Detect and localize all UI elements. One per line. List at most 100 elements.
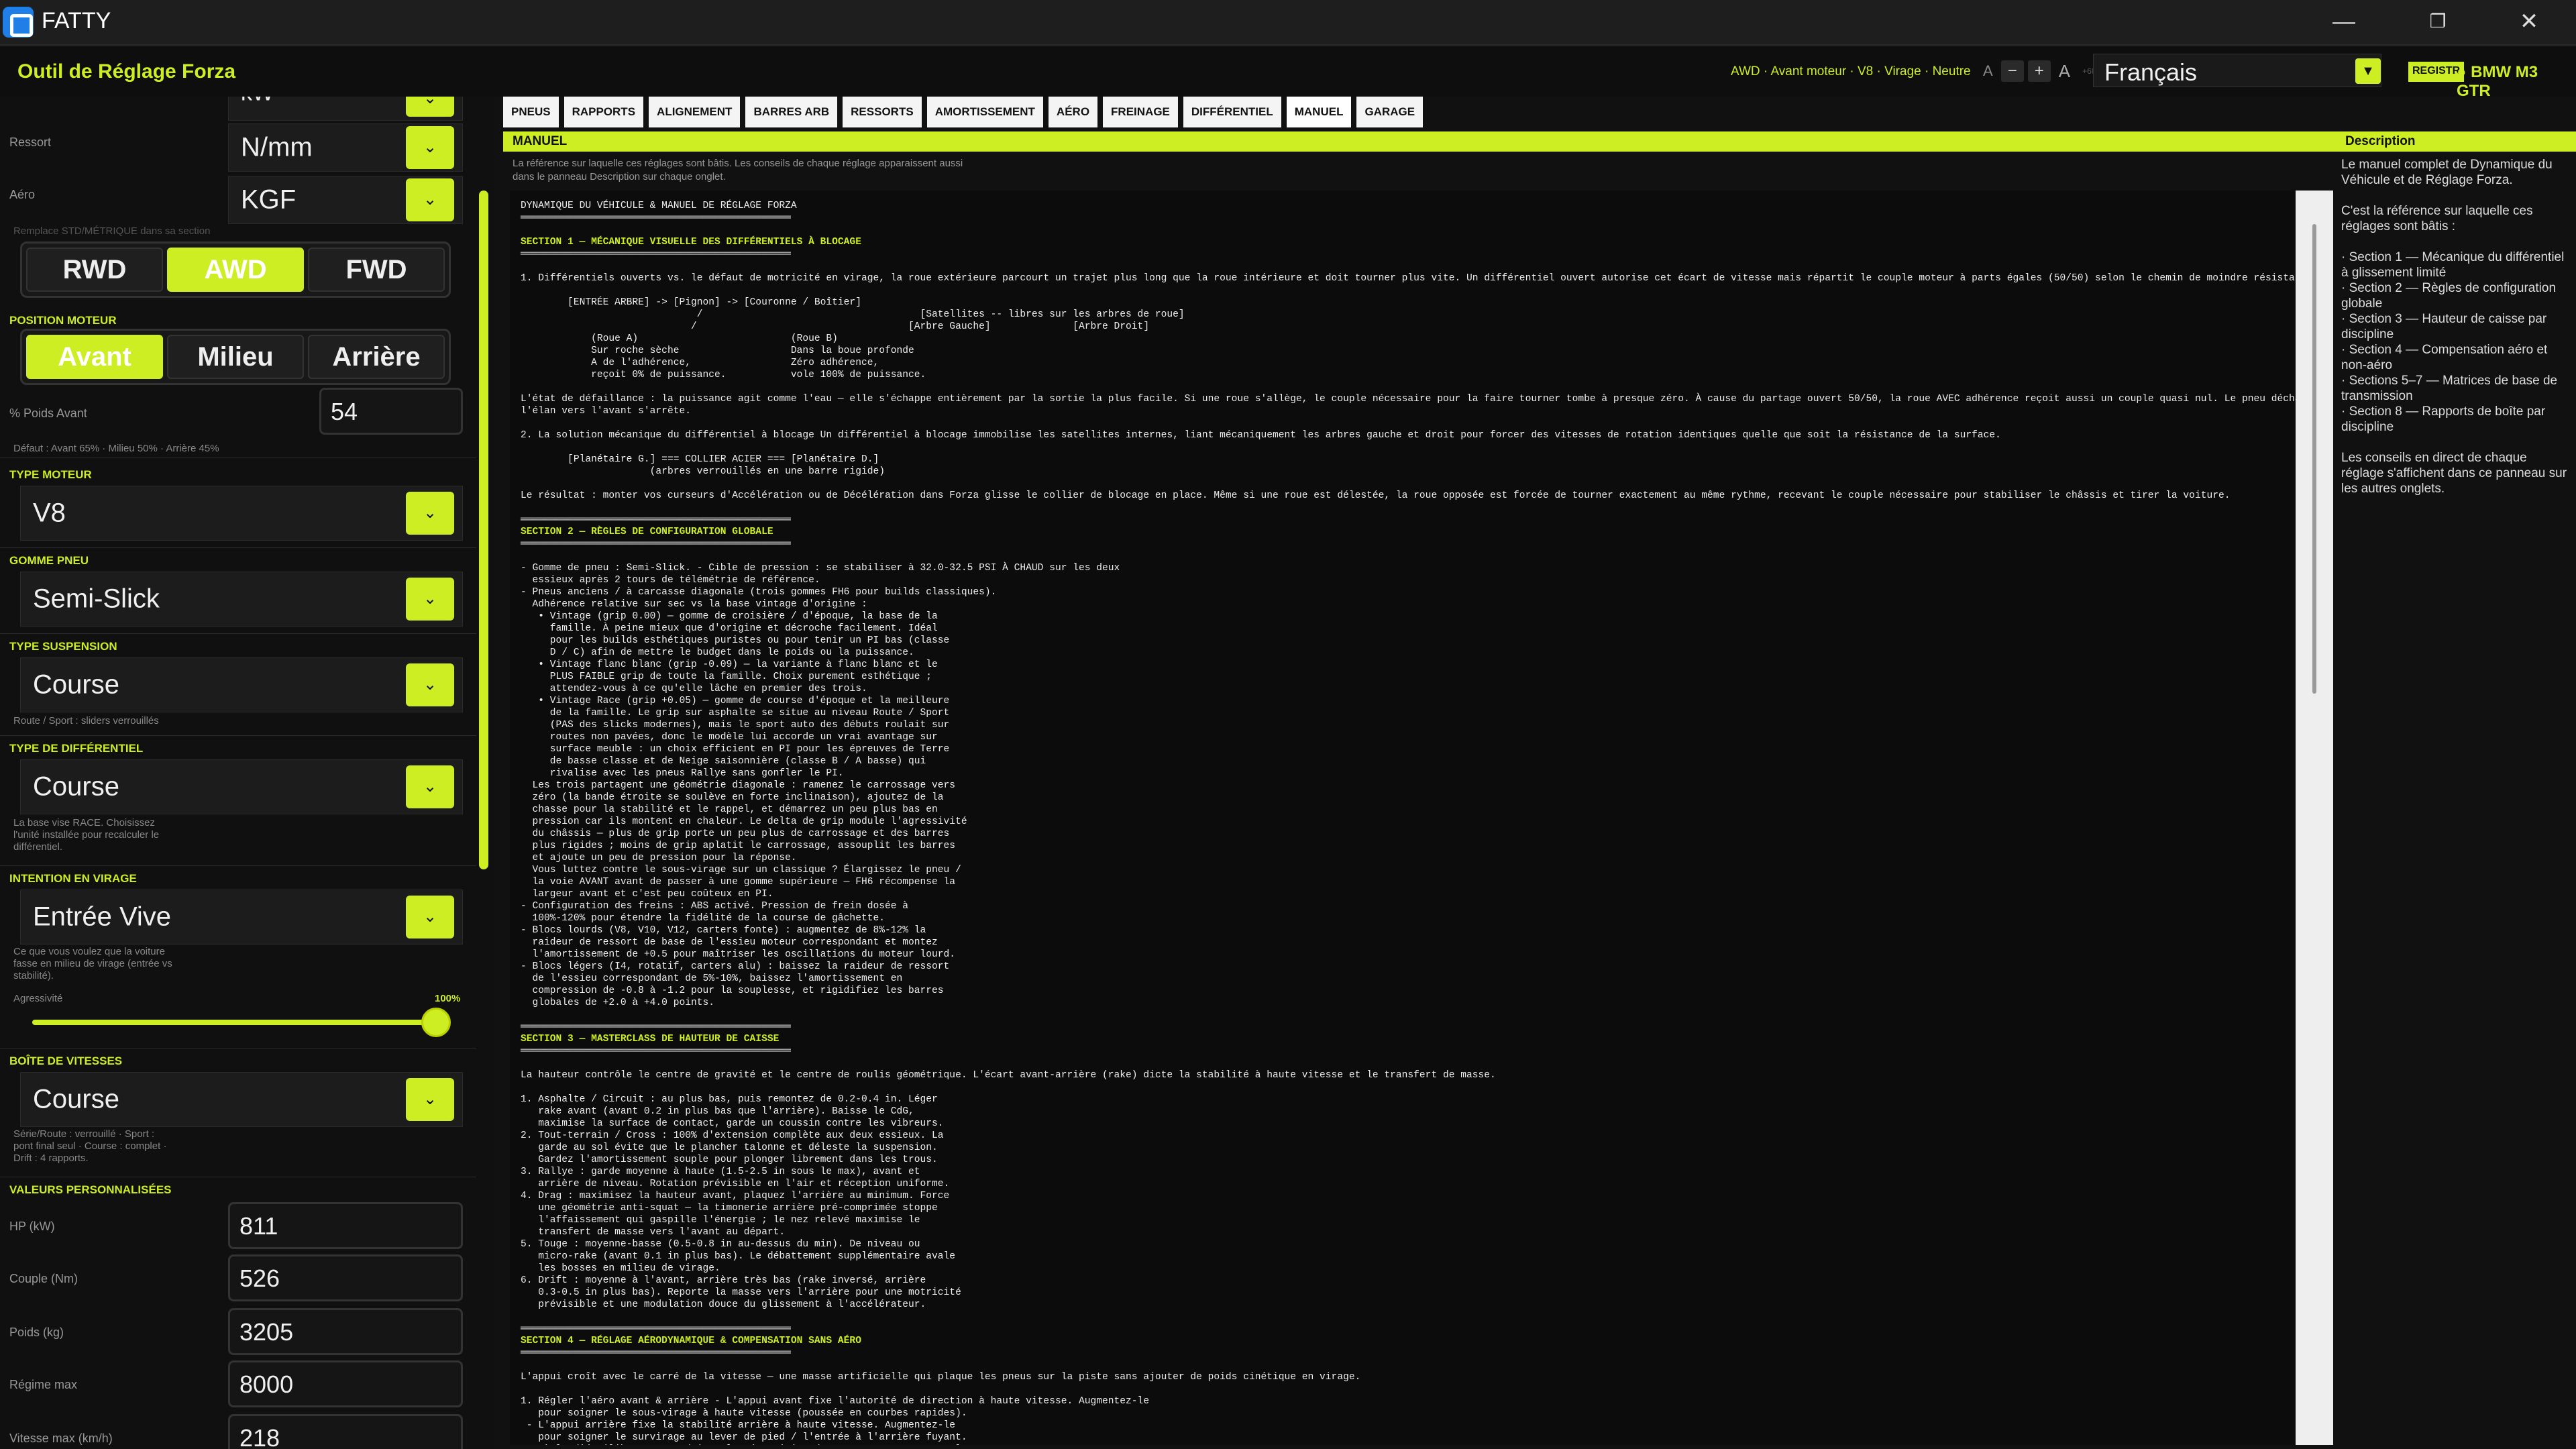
- doc-rule: ════════════════════════════════════════…: [521, 1022, 791, 1032]
- gearbox-select[interactable]: Course ⌄: [20, 1072, 463, 1127]
- suspension-type-select[interactable]: Course ⌄: [20, 657, 463, 712]
- drivetrain-fwd-button[interactable]: FWD: [308, 248, 445, 292]
- manual-text-area[interactable]: DYNAMIQUE DU VÉHICULE & MANUEL DE RÉGLAG…: [510, 191, 2296, 1445]
- manual-scrollbar-thumb[interactable]: [2312, 224, 2316, 694]
- font-increase-button[interactable]: +: [2027, 60, 2051, 82]
- tab-ressorts[interactable]: RESSORTS: [843, 97, 922, 127]
- section-2-heading: SECTION 2 — RÈGLES DE CONFIGURATION GLOB…: [521, 527, 773, 537]
- drivetrain-rwd-button[interactable]: RWD: [26, 248, 163, 292]
- suspension-hint: Route / Sport : sliders verrouillés: [13, 715, 159, 727]
- minimize-button[interactable]: —: [2297, 0, 2391, 46]
- max-rpm-input[interactable]: 8000: [228, 1360, 463, 1407]
- doc-rule: ════════════════════════════════════════…: [521, 1046, 791, 1057]
- tab-alignement[interactable]: ALIGNEMENT: [649, 97, 741, 127]
- chevron-down-icon: ⌄: [406, 896, 454, 938]
- tab-differentiel[interactable]: DIFFÉRENTIEL: [1183, 97, 1281, 127]
- engine-type-select[interactable]: V8 ⌄: [20, 486, 463, 541]
- power-unit-select[interactable]: kW ⌄: [228, 97, 463, 121]
- chevron-down-icon: ⌄: [406, 1078, 454, 1121]
- tab-barres-arb[interactable]: BARRES ARB: [745, 97, 838, 127]
- window-title: FATTY: [42, 8, 111, 34]
- manual-intro: La référence sur laquelle ces réglages s…: [513, 158, 963, 182]
- tab-amortissement[interactable]: AMORTISSEMENT: [926, 97, 1043, 127]
- front-weight-input[interactable]: 54: [319, 388, 463, 435]
- tab-freinage[interactable]: FREINAGE: [1103, 97, 1178, 127]
- divider: [0, 1048, 476, 1049]
- font-small-button[interactable]: A: [1979, 62, 1997, 80]
- doc-title: DYNAMIQUE DU VÉHICULE & MANUEL DE RÉGLAG…: [521, 201, 797, 211]
- car-summary: AWD · Avant moteur · V8 · Virage · Neutr…: [1731, 64, 1971, 78]
- app-logo-icon: [3, 7, 34, 38]
- custom-values-heading: VALEURS PERSONNALISÉES: [9, 1183, 172, 1196]
- diff-type-select[interactable]: Course ⌄: [20, 759, 463, 814]
- app-header: Outil de Réglage Forza AWD · Avant moteu…: [0, 47, 2576, 100]
- tab-garage[interactable]: GARAGE: [1356, 97, 1424, 127]
- engine-position-selector: Avant Milieu Arrière: [20, 329, 451, 385]
- font-decrease-button[interactable]: −: [2000, 60, 2024, 82]
- engine-mid-button[interactable]: Milieu: [167, 335, 304, 379]
- chevron-down-icon: ⌄: [406, 126, 454, 169]
- close-button[interactable]: ✕: [2482, 0, 2576, 46]
- aero-unit-value: KGF: [241, 184, 297, 215]
- section-3-heading: SECTION 3 — MASTERCLASS DE HAUTEUR DE CA…: [521, 1034, 780, 1044]
- spring-unit-value: N/mm: [241, 132, 313, 162]
- language-select[interactable]: Français ▼: [2093, 54, 2381, 87]
- diff-type-value: Course: [33, 771, 119, 802]
- app-name: Outil de Réglage Forza: [17, 60, 236, 83]
- engine-front-button[interactable]: Avant: [26, 335, 163, 379]
- section-3-body: La hauteur contrôle le centre de gravité…: [521, 1070, 1496, 1310]
- aggressiveness-label: Agressivité: [13, 993, 63, 1004]
- aggressiveness-value: 100%: [435, 993, 461, 1004]
- section-4-heading: SECTION 4 — RÉGLAGE AÉRODYNAMIQUE & COMP…: [521, 1336, 861, 1346]
- section-4-body: L'appui croît avec le carré de la vitess…: [521, 1372, 1361, 1445]
- tab-manuel[interactable]: MANUEL: [1286, 97, 1352, 127]
- font-large-button[interactable]: A: [2055, 61, 2074, 82]
- description-panel: Le manuel complet de Dynamique du Véhicu…: [2341, 158, 2567, 496]
- aggressiveness-slider-thumb[interactable]: [421, 1008, 451, 1037]
- suspension-type-value: Course: [33, 669, 119, 700]
- section-title: MANUEL: [513, 134, 568, 148]
- language-value: Français: [2104, 58, 2198, 86]
- divider: [0, 547, 476, 548]
- aero-unit-select[interactable]: KGF ⌄: [228, 176, 463, 224]
- maximize-button[interactable]: ❐: [2391, 0, 2485, 46]
- section-2-body: - Gomme de pneu : Semi-Slick. - Cible de…: [521, 563, 1120, 1008]
- torque-input[interactable]: 526: [228, 1254, 463, 1301]
- spring-unit-select[interactable]: N/mm ⌄: [228, 123, 463, 172]
- engine-rear-button[interactable]: Arrière: [308, 335, 445, 379]
- chevron-down-icon: ⌄: [406, 765, 454, 808]
- engine-type-heading: TYPE MOTEUR: [9, 468, 92, 481]
- weight-kg-input[interactable]: 3205: [228, 1308, 463, 1355]
- doc-rule: ════════════════════════════════════════…: [521, 515, 791, 525]
- tab-rapports[interactable]: RAPPORTS: [564, 97, 644, 127]
- tab-aero[interactable]: AÉRO: [1048, 97, 1098, 127]
- hp-label: HP (kW): [9, 1220, 55, 1233]
- corner-intent-heading: INTENTION EN VIRAGE: [9, 872, 137, 885]
- register-button[interactable]: REGISTR: [2408, 62, 2465, 82]
- corner-intent-select[interactable]: Entrée Vive ⌄: [20, 890, 463, 945]
- settings-sidebar: kW ⌄ Ressort N/mm ⌄ Aéro KGF ⌄ Remplace …: [0, 97, 494, 1449]
- chevron-down-icon: ⌄: [406, 97, 454, 117]
- gearbox-heading: BOÎTE DE VITESSES: [9, 1055, 123, 1067]
- aggressiveness-slider-track[interactable]: [32, 1020, 441, 1025]
- tire-compound-select[interactable]: Semi-Slick ⌄: [20, 572, 463, 627]
- sidebar-scrollbar[interactable]: [479, 191, 488, 869]
- suspension-type-heading: TYPE SUSPENSION: [9, 640, 117, 653]
- chevron-down-icon: ⌄: [406, 178, 454, 221]
- main-panel: PNEUS RAPPORTS ALIGNEMENT BARRES ARB RESSORT…: [503, 97, 2576, 1449]
- font-size-controls: A − + A +68: [1979, 59, 2100, 83]
- hp-input[interactable]: 811: [228, 1202, 463, 1249]
- tab-pneus[interactable]: PNEUS: [503, 97, 559, 127]
- max-rpm-label: Régime max: [9, 1378, 78, 1391]
- drivetrain-awd-button[interactable]: AWD: [167, 248, 304, 292]
- tire-compound-heading: GOMME PNEU: [9, 554, 89, 567]
- car-name: ● BMW M3 GTR: [2457, 63, 2538, 100]
- top-speed-input[interactable]: 218: [228, 1414, 463, 1449]
- tire-compound-value: Semi-Slick: [33, 584, 160, 614]
- torque-label: Couple (Nm): [9, 1272, 78, 1285]
- doc-rule: ════════════════════════════════════════…: [521, 249, 791, 260]
- chevron-down-icon: ⌄: [406, 663, 454, 706]
- engine-type-value: V8: [33, 498, 66, 528]
- section-1-heading: SECTION 1 — MÉCANIQUE VISUELLE DES DIFFÉ…: [521, 237, 861, 248]
- front-weight-hint: Défaut : Avant 65% · Milieu 50% · Arrièr…: [13, 443, 219, 454]
